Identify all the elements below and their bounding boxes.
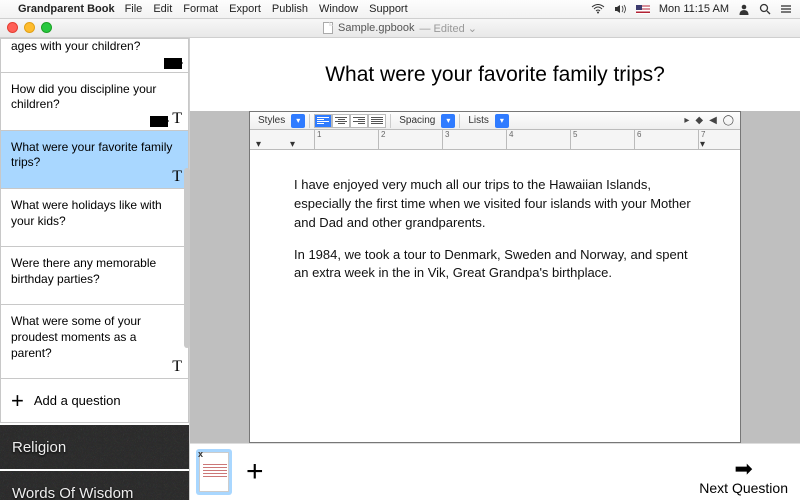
section-words-of-wisdom[interactable]: Words Of Wisdom	[0, 469, 189, 500]
question-text: What were your favorite family trips?	[11, 140, 172, 170]
section-list: Religion Words Of Wisdom	[0, 423, 189, 500]
thumbnail-close-icon[interactable]: x	[198, 449, 203, 459]
document-edited-label: — Edited	[419, 22, 477, 35]
menu-edit[interactable]: Edit	[153, 3, 172, 15]
styles-dropdown[interactable]: Styles	[254, 115, 289, 126]
user-icon[interactable]	[738, 3, 750, 15]
editor-ruler[interactable]: ▾ ▾ 1 2 3 4 5 6 7 ▾	[250, 130, 740, 150]
editor-nav-prev-icon[interactable]: ◆	[695, 115, 703, 126]
question-text: What were some of your proudest moments …	[11, 314, 141, 359]
minimize-window-button[interactable]	[24, 22, 35, 33]
question-item[interactable]: Were there any memorable birthday partie…	[0, 247, 189, 305]
align-left-button[interactable]	[314, 114, 332, 128]
next-question-label: Next Question	[699, 480, 788, 496]
lists-dropdown[interactable]: Lists	[464, 115, 493, 126]
search-icon[interactable]	[759, 3, 771, 15]
align-right-button[interactable]	[350, 114, 368, 128]
question-item[interactable]: What were some of your proudest moments …	[0, 305, 189, 379]
question-text: How did you discipline your children?	[11, 82, 156, 112]
add-page-button[interactable]: +	[246, 457, 264, 487]
text-badge-icon: T	[172, 111, 182, 127]
question-text: What were holidays like with your kids?	[11, 198, 162, 228]
volume-icon[interactable]	[614, 4, 627, 14]
lists-dropdown-arrow[interactable]	[495, 114, 509, 128]
video-badge-icon	[164, 58, 182, 69]
question-item[interactable]: ages with your children?	[0, 38, 189, 73]
zoom-window-button[interactable]	[41, 22, 52, 33]
menu-icon[interactable]	[780, 4, 792, 14]
menu-file[interactable]: File	[125, 3, 143, 15]
align-center-button[interactable]	[332, 114, 350, 128]
document-name: Sample.gpbook	[338, 22, 414, 34]
answer-paragraph: In 1984, we took a tour to Denmark, Swed…	[294, 246, 696, 284]
editor-toolbar: Styles Spacing Lists	[250, 112, 740, 130]
styles-dropdown-arrow[interactable]	[291, 114, 305, 128]
editor-nav-last-icon[interactable]: ◯	[723, 115, 734, 126]
menubar-app-name[interactable]: Grandparent Book	[18, 3, 115, 15]
document-title[interactable]: Sample.gpbook — Edited	[323, 22, 477, 35]
document-icon	[323, 22, 333, 34]
next-question-button[interactable]: ➡ Next Question	[691, 456, 796, 498]
text-badge-icon: T	[172, 169, 182, 185]
flag-icon[interactable]	[636, 5, 650, 14]
spacing-dropdown[interactable]: Spacing	[395, 115, 439, 126]
section-religion[interactable]: Religion	[0, 423, 189, 469]
wifi-icon[interactable]	[591, 4, 605, 14]
menu-format[interactable]: Format	[183, 3, 218, 15]
question-heading: What were your favorite family trips?	[190, 38, 800, 111]
menu-export[interactable]: Export	[229, 3, 261, 15]
rich-text-editor: Styles Spacing Lists	[249, 111, 741, 443]
editor-nav-next-icon[interactable]: ◀	[709, 115, 717, 126]
plus-icon: +	[11, 395, 24, 406]
spacing-dropdown-arrow[interactable]	[441, 114, 455, 128]
menu-window[interactable]: Window	[319, 3, 358, 15]
add-question-label: Add a question	[34, 393, 121, 408]
sidebar: ages with your children? How did you dis…	[0, 38, 190, 500]
text-badge-icon: T	[172, 359, 182, 375]
question-item-selected[interactable]: What were your favorite family trips? T	[0, 131, 189, 189]
add-question-button[interactable]: + Add a question	[0, 379, 189, 423]
question-item[interactable]: How did you discipline your children? T	[0, 73, 189, 131]
menu-support[interactable]: Support	[369, 3, 408, 15]
mac-menubar: Grandparent Book File Edit Format Export…	[0, 0, 800, 19]
alignment-group	[314, 114, 386, 128]
editor-text-area[interactable]: I have enjoyed very much all our trips t…	[250, 150, 740, 442]
question-list: ages with your children? How did you dis…	[0, 38, 189, 423]
close-window-button[interactable]	[7, 22, 18, 33]
video-badge-icon	[150, 116, 168, 127]
editor-background: Styles Spacing Lists	[190, 111, 800, 443]
main-panel: What were your favorite family trips? St…	[190, 38, 800, 500]
page-thumbnail[interactable]: x	[196, 449, 232, 495]
arrow-right-icon: ➡	[699, 458, 788, 480]
window-titlebar: Sample.gpbook — Edited	[0, 19, 800, 38]
answer-paragraph: I have enjoyed very much all our trips t…	[294, 176, 696, 233]
question-item[interactable]: What were holidays like with your kids?	[0, 189, 189, 247]
editor-nav-first-icon[interactable]: ▸	[684, 115, 689, 126]
menu-publish[interactable]: Publish	[272, 3, 308, 15]
align-justify-button[interactable]	[368, 114, 386, 128]
page-strip: x + ➡ Next Question	[190, 443, 800, 500]
question-text: Were there any memorable birthday partie…	[11, 256, 156, 286]
question-text: ages with your children?	[11, 39, 140, 53]
menubar-clock[interactable]: Mon 11:15 AM	[659, 3, 729, 15]
